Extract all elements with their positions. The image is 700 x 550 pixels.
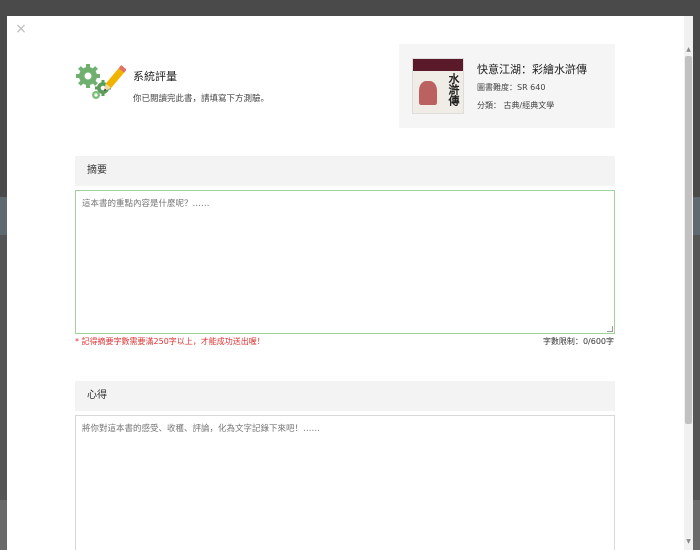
book-info-card: 水滸傳 快意江湖：彩繪水滸傳 圖書難度：SR 640 分類： 古典/經典文學 [399, 44, 615, 128]
book-level-label: 圖書難度： [477, 83, 517, 92]
summary-length-warning: * 記得摘要字數需要滿250字以上，才能成功送出喔！ [75, 337, 265, 346]
evaluation-modal: × ▲ ▼ 系統評量 你已閱讀完此書，請填寫下方測驗。 水滸傳 快意江湖：彩繪水… [7, 16, 693, 550]
reflection-textarea[interactable] [75, 415, 615, 550]
reflection-section-header: 心得 [75, 381, 615, 411]
book-title: 快意江湖：彩繪水滸傳 [477, 63, 587, 76]
book-category-label: 分類： [477, 101, 501, 110]
summary-char-limit: 字數限制：0/600字 [543, 336, 614, 347]
book-level-value: SR 640 [517, 83, 546, 92]
summary-section-header: 摘要 [75, 156, 615, 186]
book-cover-image: 水滸傳 [412, 58, 464, 114]
evaluation-subtitle: 你已閱讀完此書，請填寫下方測驗。 [133, 94, 270, 104]
char-limit-label: 字數限制： [542, 337, 583, 346]
resize-handle-icon[interactable] [607, 326, 613, 332]
char-limit-value: 0/600字 [582, 337, 614, 346]
book-category: 分類： 古典/經典文學 [477, 100, 554, 111]
summary-textarea[interactable] [75, 190, 615, 334]
cover-illustration [419, 81, 437, 105]
scrollbar-thumb[interactable] [685, 56, 692, 424]
cover-title-text: 水滸傳 [447, 73, 460, 106]
book-level: 圖書難度：SR 640 [477, 82, 545, 93]
book-category-value: 古典/經典文學 [503, 101, 555, 110]
scroll-up-icon[interactable]: ▲ [685, 46, 692, 54]
close-icon[interactable]: × [14, 22, 28, 36]
modal-scrollbar[interactable]: ▲ ▼ [684, 16, 693, 550]
scroll-down-icon[interactable]: ▼ [685, 538, 692, 546]
gears-pencil-icon [74, 62, 127, 102]
evaluation-title: 系統評量 [133, 70, 177, 83]
cover-header-band [413, 59, 463, 71]
